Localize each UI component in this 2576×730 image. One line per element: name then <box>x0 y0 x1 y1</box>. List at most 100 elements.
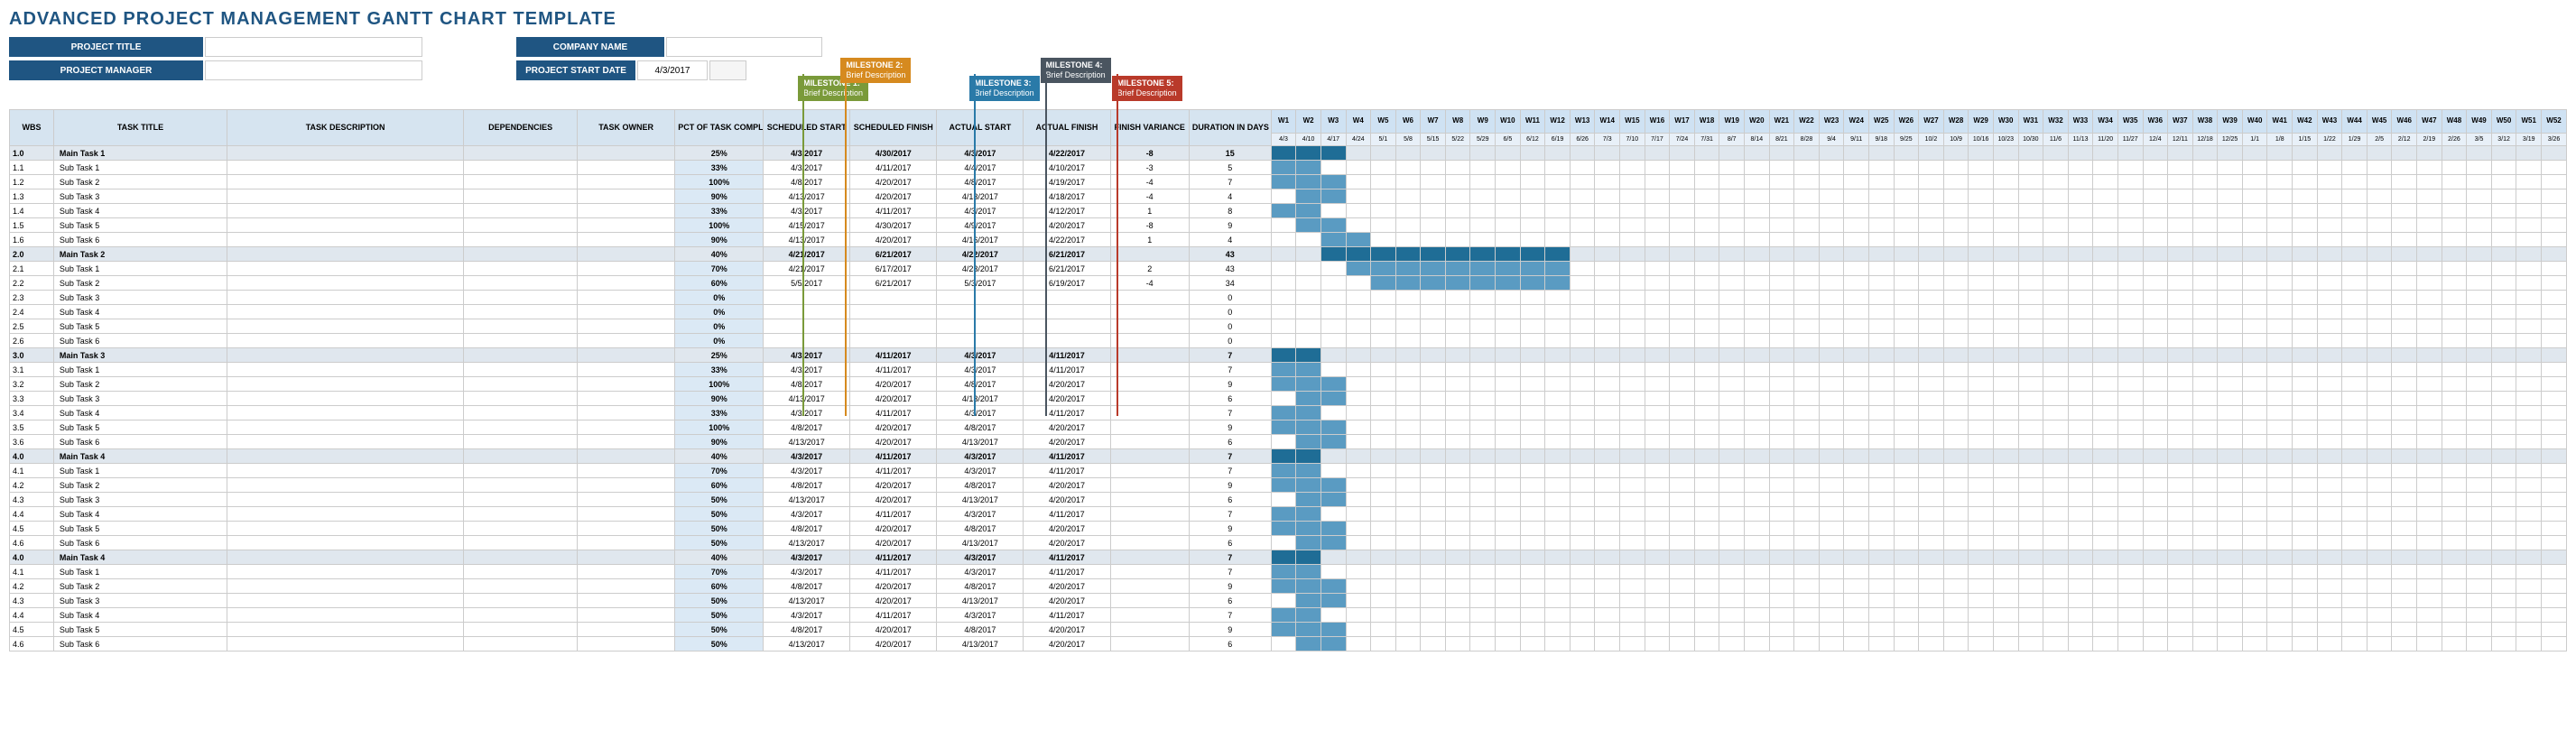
cell-fv[interactable] <box>1110 363 1189 377</box>
table-row[interactable]: 4.1Sub Task 170%4/3/20174/11/20174/3/201… <box>10 464 2567 478</box>
cell-pct[interactable]: 50% <box>675 594 764 608</box>
cell-af[interactable]: 4/11/2017 <box>1024 507 1110 522</box>
cell-sf[interactable]: 6/21/2017 <box>850 276 937 291</box>
cell-ss[interactable]: 4/21/2017 <box>764 247 850 262</box>
cell-blank[interactable] <box>464 522 578 536</box>
cell-task[interactable]: Main Task 1 <box>53 146 227 161</box>
cell-wbs[interactable]: 2.6 <box>10 334 54 348</box>
cell-af[interactable]: 4/20/2017 <box>1024 623 1110 637</box>
cell-wbs[interactable]: 3.2 <box>10 377 54 392</box>
cell-ss[interactable]: 4/13/2017 <box>764 536 850 550</box>
cell-ss[interactable]: 4/3/2017 <box>764 449 850 464</box>
cell-task[interactable]: Sub Task 1 <box>53 464 227 478</box>
cell-pct[interactable]: 70% <box>675 464 764 478</box>
cell-sf[interactable]: 4/11/2017 <box>850 464 937 478</box>
cell-pct[interactable]: 90% <box>675 392 764 406</box>
cell-task[interactable]: Sub Task 4 <box>53 305 227 319</box>
cell-blank[interactable] <box>577 146 674 161</box>
cell-blank[interactable] <box>227 291 464 305</box>
cell-blank[interactable] <box>464 623 578 637</box>
cell-blank[interactable] <box>464 276 578 291</box>
cell-sf[interactable]: 4/20/2017 <box>850 594 937 608</box>
cell-ss[interactable]: 4/3/2017 <box>764 363 850 377</box>
cell-sf[interactable]: 4/20/2017 <box>850 420 937 435</box>
table-row[interactable]: 4.0Main Task 440%4/3/20174/11/20174/3/20… <box>10 449 2567 464</box>
cell-ss[interactable] <box>764 334 850 348</box>
cell-blank[interactable] <box>227 363 464 377</box>
cell-task[interactable]: Sub Task 4 <box>53 507 227 522</box>
cell-task[interactable]: Sub Task 1 <box>53 161 227 175</box>
cell-af[interactable]: 4/20/2017 <box>1024 478 1110 493</box>
cell-ss[interactable]: 4/15/2017 <box>764 218 850 233</box>
cell-af[interactable] <box>1024 305 1110 319</box>
cell-dur[interactable]: 43 <box>1189 247 1271 262</box>
cell-blank[interactable] <box>577 276 674 291</box>
table-row[interactable]: 1.3Sub Task 390%4/13/20174/20/20174/13/2… <box>10 189 2567 204</box>
cell-blank[interactable] <box>464 507 578 522</box>
cell-task[interactable]: Sub Task 3 <box>53 189 227 204</box>
table-row[interactable]: 3.3Sub Task 390%4/13/20174/20/20174/13/2… <box>10 392 2567 406</box>
cell-as[interactable]: 4/4/2017 <box>937 161 1024 175</box>
cell-ss[interactable] <box>764 305 850 319</box>
cell-as[interactable]: 4/8/2017 <box>937 579 1024 594</box>
cell-blank[interactable] <box>577 348 674 363</box>
cell-wbs[interactable]: 4.6 <box>10 637 54 651</box>
cell-ss[interactable]: 4/3/2017 <box>764 507 850 522</box>
cell-af[interactable] <box>1024 319 1110 334</box>
cell-blank[interactable] <box>577 247 674 262</box>
cell-dur[interactable]: 0 <box>1189 291 1271 305</box>
cell-blank[interactable] <box>577 435 674 449</box>
cell-task[interactable]: Sub Task 1 <box>53 565 227 579</box>
cell-dur[interactable]: 7 <box>1189 348 1271 363</box>
cell-pct[interactable]: 70% <box>675 565 764 579</box>
cell-blank[interactable] <box>577 406 674 420</box>
cell-dur[interactable]: 6 <box>1189 392 1271 406</box>
table-row[interactable]: 2.1Sub Task 170%4/21/20176/17/20174/23/2… <box>10 262 2567 276</box>
cell-af[interactable]: 4/11/2017 <box>1024 464 1110 478</box>
cell-sf[interactable]: 6/17/2017 <box>850 262 937 276</box>
cell-blank[interactable] <box>577 536 674 550</box>
cell-blank[interactable] <box>577 594 674 608</box>
cell-task[interactable]: Sub Task 5 <box>53 218 227 233</box>
table-row[interactable]: 3.1Sub Task 133%4/3/20174/11/20174/3/201… <box>10 363 2567 377</box>
cell-pct[interactable]: 100% <box>675 175 764 189</box>
cell-sf[interactable] <box>850 291 937 305</box>
table-row[interactable]: 4.6Sub Task 650%4/13/20174/20/20174/13/2… <box>10 637 2567 651</box>
cell-af[interactable]: 4/11/2017 <box>1024 406 1110 420</box>
cell-wbs[interactable]: 3.0 <box>10 348 54 363</box>
cell-blank[interactable] <box>464 608 578 623</box>
cell-af[interactable]: 4/10/2017 <box>1024 161 1110 175</box>
cell-blank[interactable] <box>464 348 578 363</box>
cell-ss[interactable]: 4/13/2017 <box>764 637 850 651</box>
cell-blank[interactable] <box>577 377 674 392</box>
cell-blank[interactable] <box>227 449 464 464</box>
cell-task[interactable]: Sub Task 6 <box>53 334 227 348</box>
cell-blank[interactable] <box>464 305 578 319</box>
cell-blank[interactable] <box>577 233 674 247</box>
cell-blank[interactable] <box>464 291 578 305</box>
cell-dur[interactable]: 7 <box>1189 565 1271 579</box>
cell-as[interactable]: 4/3/2017 <box>937 608 1024 623</box>
cell-af[interactable]: 4/22/2017 <box>1024 146 1110 161</box>
table-row[interactable]: 4.3Sub Task 350%4/13/20174/20/20174/13/2… <box>10 493 2567 507</box>
cell-as[interactable]: 4/3/2017 <box>937 565 1024 579</box>
table-row[interactable]: 4.2Sub Task 260%4/8/20174/20/20174/8/201… <box>10 579 2567 594</box>
cell-sf[interactable] <box>850 334 937 348</box>
cell-fv[interactable] <box>1110 291 1189 305</box>
cell-wbs[interactable]: 2.1 <box>10 262 54 276</box>
cell-sf[interactable]: 4/11/2017 <box>850 363 937 377</box>
cell-blank[interactable] <box>227 161 464 175</box>
cell-dur[interactable]: 7 <box>1189 406 1271 420</box>
cell-blank[interactable] <box>464 550 578 565</box>
table-row[interactable]: 3.0Main Task 325%4/3/20174/11/20174/3/20… <box>10 348 2567 363</box>
cell-as[interactable] <box>937 305 1024 319</box>
cell-fv[interactable] <box>1110 594 1189 608</box>
table-row[interactable]: 3.2Sub Task 2100%4/8/20174/20/20174/8/20… <box>10 377 2567 392</box>
cell-af[interactable]: 4/20/2017 <box>1024 392 1110 406</box>
cell-ss[interactable] <box>764 291 850 305</box>
cell-pct[interactable]: 50% <box>675 637 764 651</box>
cell-blank[interactable] <box>464 247 578 262</box>
cell-fv[interactable]: 1 <box>1110 233 1189 247</box>
cell-wbs[interactable]: 4.5 <box>10 522 54 536</box>
cell-as[interactable]: 4/13/2017 <box>937 435 1024 449</box>
